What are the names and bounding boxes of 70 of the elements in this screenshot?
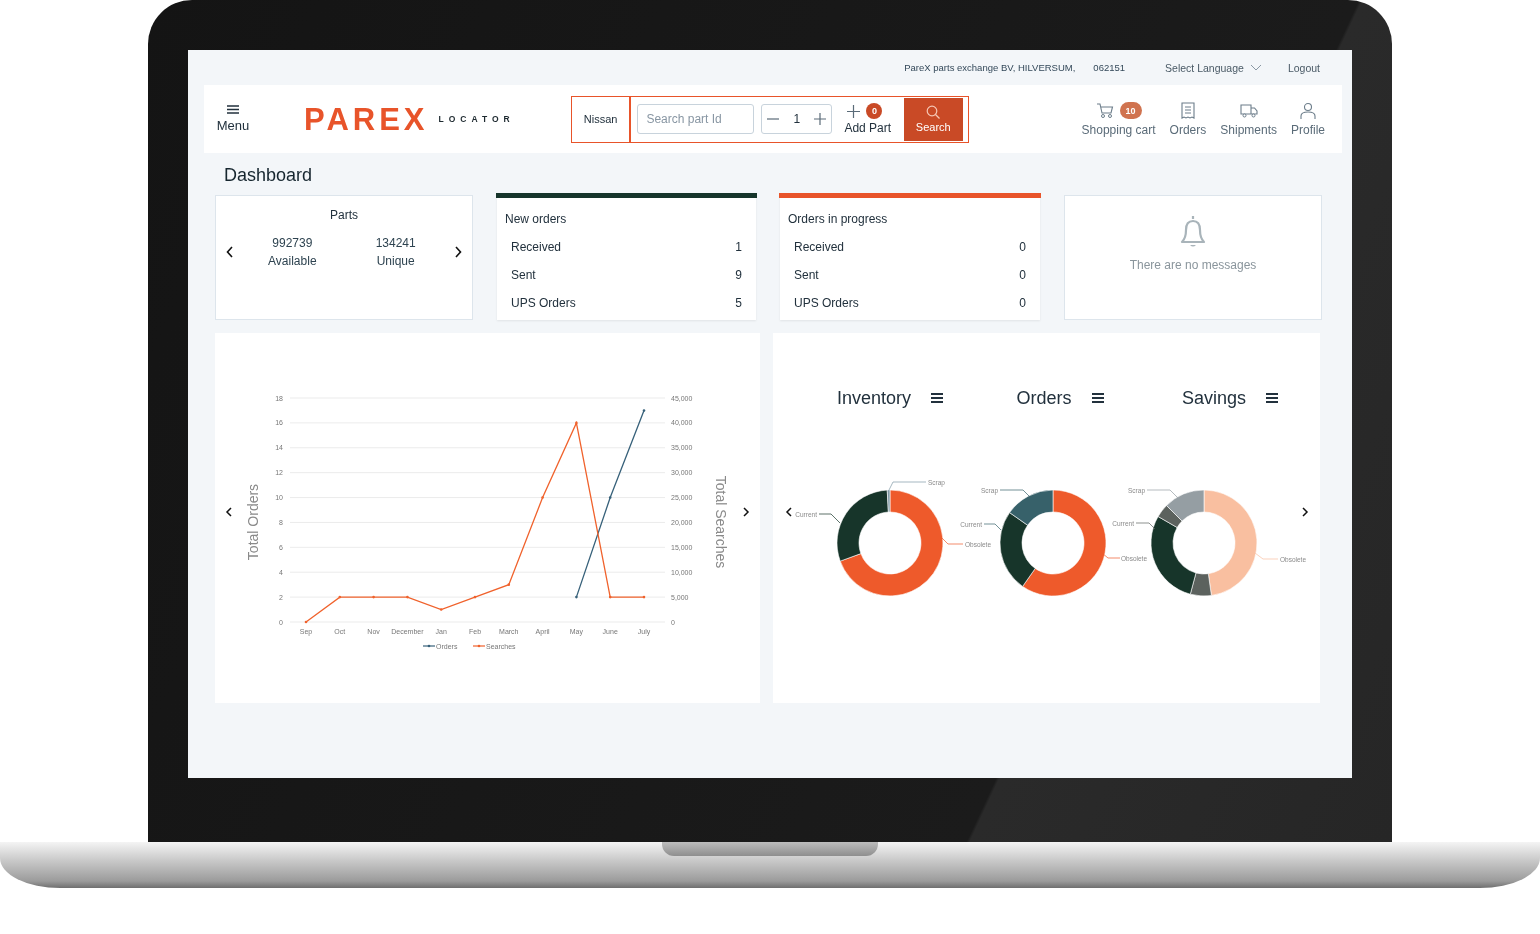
chevron-left-icon[interactable]: [225, 507, 232, 517]
row-value: 0: [1019, 240, 1026, 254]
search-icon: [926, 105, 941, 119]
count-badge: 0: [866, 103, 883, 119]
menu-icon: [227, 105, 239, 114]
row-label: UPS Orders: [511, 296, 576, 310]
leader-line: [1135, 522, 1156, 530]
menu-icon[interactable]: [1266, 393, 1278, 403]
logout-link[interactable]: Logout: [1287, 61, 1320, 74]
row-label: Received: [794, 240, 845, 254]
page-title: Dashboard: [223, 164, 314, 187]
stat-value: 992739: [272, 236, 313, 250]
search-button[interactable]: Search: [903, 97, 963, 141]
leader-line: [1101, 552, 1121, 559]
card-title: Parts: [330, 208, 358, 222]
quantity-value: 1: [793, 112, 801, 126]
brand-selector[interactable]: Nissan: [571, 96, 632, 142]
leader-line: [1254, 552, 1279, 560]
leader-line: [818, 513, 841, 524]
row-label: Received: [511, 240, 562, 254]
cart-count-badge: 10: [1119, 102, 1142, 119]
cart-icon: [1095, 101, 1114, 120]
row-value: 1: [735, 240, 742, 254]
language-select[interactable]: Select Language: [1165, 61, 1262, 74]
stat-label: Available: [268, 254, 317, 268]
empty-message: There are no messages: [1129, 258, 1257, 272]
nav-item[interactable]: Shipments: [1220, 101, 1277, 137]
stat-value: 134241: [375, 236, 416, 250]
row-value: 0: [1019, 268, 1026, 282]
receipt-icon: [1178, 101, 1197, 120]
axis-title: Total Searches: [713, 475, 729, 569]
leader-line: [1146, 489, 1179, 499]
nav-item[interactable]: Orders: [1169, 101, 1207, 137]
chevron-left-icon[interactable]: [785, 507, 792, 517]
nav-item[interactable]: Profile: [1291, 101, 1325, 137]
menu-button[interactable]: Menu: [215, 105, 251, 133]
logo-subtitle: LOCATOR: [438, 114, 515, 124]
chevron-right-icon[interactable]: [454, 246, 462, 258]
plus-icon: [847, 104, 861, 118]
row-label: UPS Orders: [794, 296, 859, 310]
row-label: Sent: [794, 268, 819, 282]
leader-line: [887, 481, 927, 493]
chevron-right-icon[interactable]: [1302, 507, 1309, 517]
axis-title: Total Orders: [245, 483, 261, 561]
menu-icon[interactable]: [931, 393, 943, 403]
chevron-down-icon: [1249, 64, 1262, 71]
company-info: PareX parts exchange BV, HILVERSUM,: [904, 62, 1076, 73]
leader-line: [999, 489, 1032, 499]
menu-icon[interactable]: [1091, 393, 1104, 403]
account-number: 062151: [1093, 62, 1126, 73]
truck-icon: [1239, 101, 1258, 120]
chart-title: Inventory: [836, 387, 911, 409]
nav-item[interactable]: 10 Shopping cart: [1081, 101, 1156, 137]
chevron-left-icon[interactable]: [226, 246, 234, 258]
leader-line: [941, 537, 964, 545]
search-field[interactable]: Search part Id: [637, 104, 755, 134]
chart-title: Orders: [1016, 387, 1072, 409]
card-title: New orders: [504, 211, 568, 226]
logo-wordmark: PAREX: [304, 103, 429, 135]
add-part-button[interactable]: 0 Add Part: [844, 103, 892, 135]
person-icon: [1299, 101, 1317, 120]
leader-line: [983, 523, 1002, 531]
row-value: 9: [735, 268, 742, 282]
chart-title: Savings: [1181, 387, 1246, 409]
row-label: Sent: [511, 268, 536, 282]
row-value: 5: [735, 296, 742, 310]
chevron-right-icon[interactable]: [743, 507, 750, 517]
stat-label: Unique: [376, 254, 415, 268]
card-title: Orders in progress: [787, 211, 889, 226]
row-value: 0: [1019, 296, 1026, 310]
